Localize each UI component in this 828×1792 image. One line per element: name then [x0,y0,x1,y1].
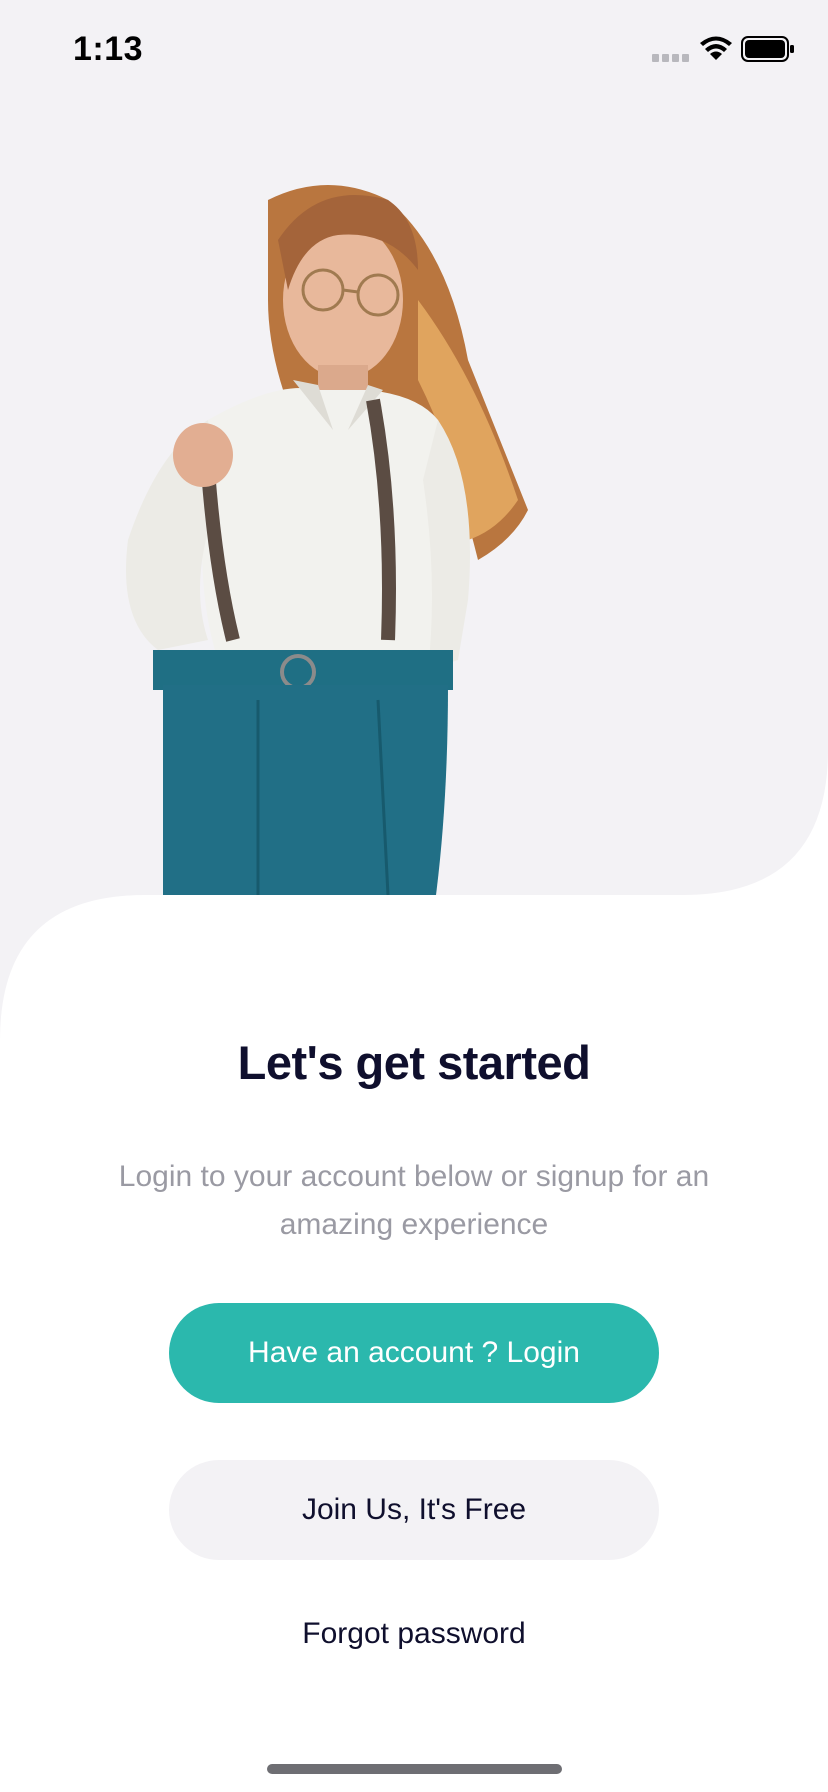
join-button[interactable]: Join Us, It's Free [169,1460,659,1560]
page-subtitle: Login to your account below or signup fo… [118,1160,710,1241]
signal-icon [652,54,689,62]
onboarding-screen: 1:13 Let's get started Login to your acc… [0,0,828,1792]
home-indicator[interactable] [267,1764,562,1774]
status-time: 1:13 [73,30,144,68]
onboarding-content: Let's get started Login to your account … [0,895,828,1792]
forgot-password-link[interactable]: Forgot password [0,1617,828,1651]
page-title: Let's get started [237,1036,591,1089]
login-button[interactable]: Have an account ? Login [169,1303,659,1403]
battery-icon [741,36,794,62]
wifi-icon [700,36,732,60]
status-bar: 1:13 [0,0,828,100]
